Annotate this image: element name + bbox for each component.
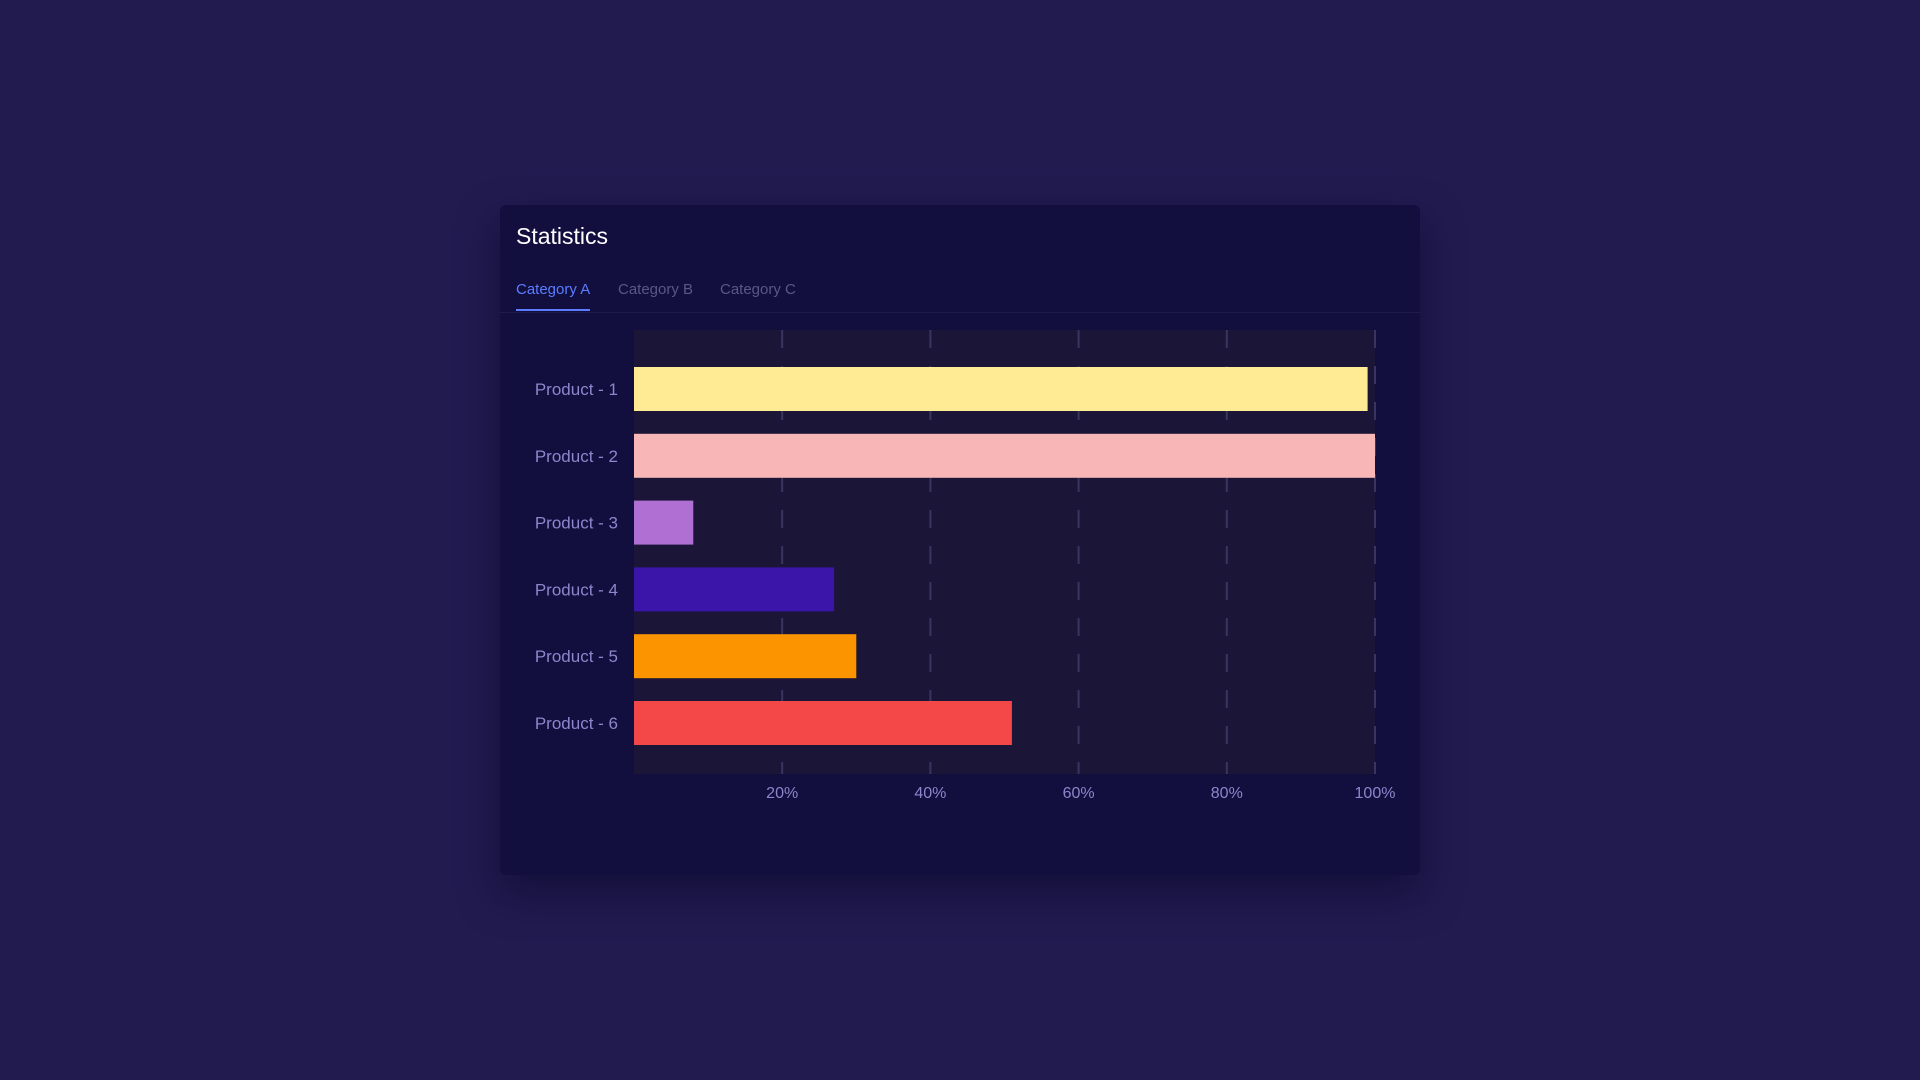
category-label: Product - 5: [535, 647, 618, 666]
bar-chart: Product - 1 Product - 2 Product - 3 Product…: [500, 313, 1420, 813]
category-label: Product - 2: [535, 447, 618, 466]
bar[interactable]: [634, 433, 1375, 478]
x-tick-label: 60%: [1063, 785, 1095, 802]
bar[interactable]: [634, 367, 1368, 411]
x-tick-label: 80%: [1211, 785, 1243, 802]
x-tick-label: 20%: [766, 785, 798, 802]
x-tick-label: 40%: [914, 785, 946, 802]
statistics-card: Statistics Category A Category B Categor…: [500, 205, 1420, 875]
tab-category-c[interactable]: Category C: [720, 281, 796, 309]
tab-category-a[interactable]: Category A: [516, 281, 591, 311]
tab-category-b[interactable]: Category B: [618, 281, 693, 309]
bar[interactable]: [634, 701, 1012, 745]
bar-chart-svg: Product - 1 Product - 2 Product - 3 Product…: [535, 330, 1396, 802]
category-tabs: Category A Category B Category C: [500, 271, 1420, 313]
category-label: Product - 3: [535, 514, 618, 533]
card-title: Statistics: [516, 223, 609, 249]
bar[interactable]: [634, 567, 835, 612]
bar[interactable]: [634, 634, 857, 679]
x-tick-label: 100%: [1355, 785, 1396, 802]
category-label: Product - 1: [535, 380, 618, 399]
bar[interactable]: [634, 500, 694, 545]
category-label: Product - 4: [535, 580, 618, 599]
category-label: Product - 6: [535, 714, 618, 733]
